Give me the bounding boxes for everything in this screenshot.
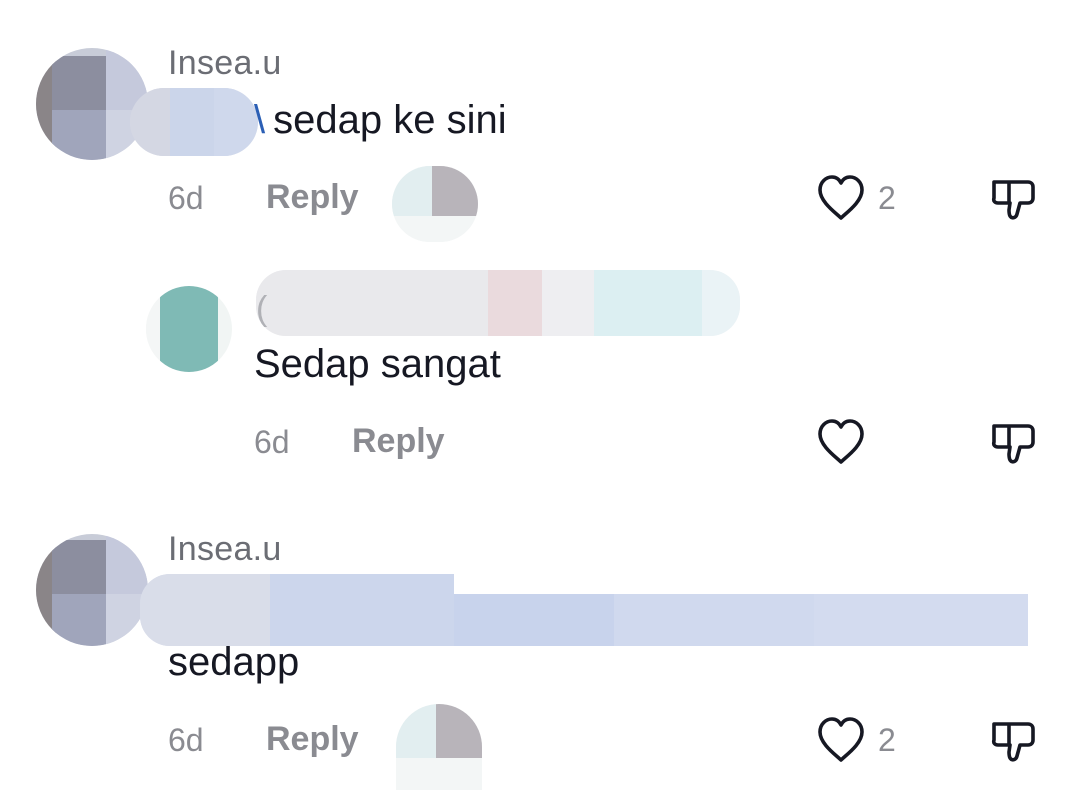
dislike-button[interactable] <box>990 176 1038 222</box>
reply-button[interactable]: Reply <box>266 178 359 217</box>
comment-text: sedapp <box>168 640 300 684</box>
comment-timestamp: 6d <box>168 722 204 758</box>
like-button[interactable] <box>816 174 866 222</box>
comment-timestamp: 6d <box>254 424 290 460</box>
reply-button[interactable]: Reply <box>266 720 359 759</box>
heart-outline-icon <box>818 175 864 220</box>
censored-username <box>256 270 740 336</box>
like-button[interactable] <box>816 418 866 466</box>
comment-text: Sedap sangat <box>254 342 501 386</box>
like-button[interactable] <box>816 716 866 764</box>
comment-text: \ sedap ke sini <box>254 98 507 143</box>
censored-mention <box>130 88 258 156</box>
thumbs-down-outline-icon <box>991 424 1035 464</box>
reply-button[interactable]: Reply <box>352 422 445 461</box>
comment-timestamp: 6d <box>168 180 204 216</box>
like-count: 2 <box>878 180 896 216</box>
avatar[interactable] <box>36 534 148 646</box>
censored-sticker <box>396 704 482 790</box>
thumbs-down-outline-icon <box>991 722 1035 762</box>
heart-outline-icon <box>818 419 864 464</box>
comment-username[interactable]: Insea.u <box>168 530 282 569</box>
avatar[interactable] <box>146 286 232 372</box>
heart-outline-icon <box>818 717 864 762</box>
mention-fragment[interactable]: \ <box>254 98 265 142</box>
censored-sticker <box>392 166 478 242</box>
comment-username-fragment[interactable]: ( <box>256 290 268 329</box>
comment-username[interactable]: Insea.u <box>168 44 282 83</box>
censored-mention <box>140 574 1028 646</box>
comment-text-content: sedap ke sini <box>273 98 507 142</box>
like-count: 2 <box>878 722 896 758</box>
dislike-button[interactable] <box>990 420 1038 466</box>
thumbs-down-outline-icon <box>991 180 1035 220</box>
dislike-button[interactable] <box>990 718 1038 764</box>
